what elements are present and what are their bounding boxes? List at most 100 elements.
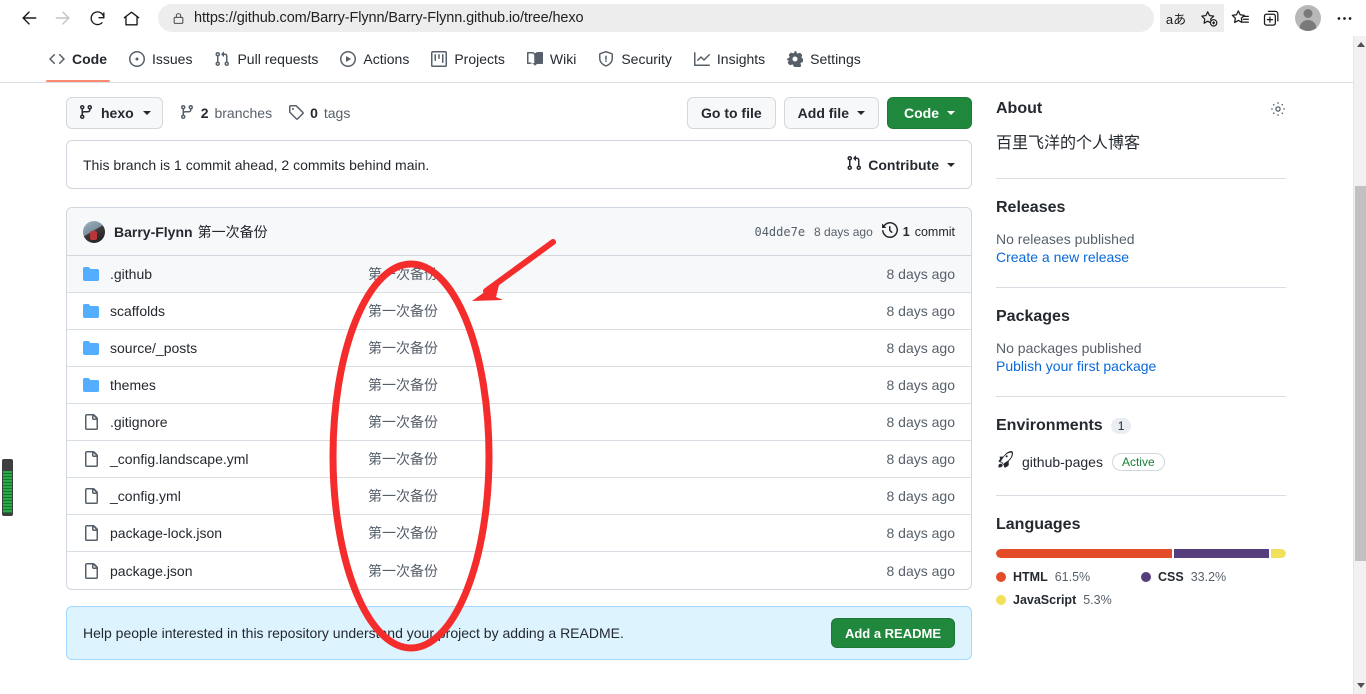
git-pull-request-icon: [846, 155, 862, 174]
file-name-link[interactable]: _config.landscape.yml: [110, 451, 368, 467]
address-bar[interactable]: https://github.com/Barry-Flynn/Barry-Fly…: [158, 4, 1154, 32]
language-legend-item[interactable]: CSS 33.2%: [1141, 570, 1286, 584]
scrollbar-thumb[interactable]: [1355, 186, 1366, 561]
reload-icon[interactable]: [80, 3, 114, 33]
divider: [996, 396, 1286, 397]
translate-icon[interactable]: aあ: [1160, 4, 1192, 32]
tab-security[interactable]: Security: [587, 36, 683, 82]
environment-item[interactable]: github-pages Active: [996, 451, 1286, 473]
table-row[interactable]: .gitignore 第一次备份 8 days ago: [67, 404, 971, 441]
file-commit-message[interactable]: 第一次备份: [368, 523, 859, 543]
code-button[interactable]: Code: [887, 97, 972, 129]
table-row[interactable]: package-lock.json 第一次备份 8 days ago: [67, 515, 971, 552]
file-commit-message[interactable]: 第一次备份: [368, 449, 859, 469]
branches-count-link[interactable]: 2 branches: [179, 104, 272, 123]
add-file-button[interactable]: Add file: [783, 97, 879, 129]
lock-icon: [168, 11, 188, 26]
table-row[interactable]: themes 第一次备份 8 days ago: [67, 367, 971, 404]
readme-suggestion-banner: Help people interested in this repositor…: [66, 606, 972, 660]
language-bar-segment: [1270, 549, 1286, 558]
collections-icon[interactable]: [1256, 3, 1288, 33]
table-row[interactable]: source/_posts 第一次备份 8 days ago: [67, 330, 971, 367]
back-arrow-icon[interactable]: [12, 3, 46, 33]
divider: [996, 178, 1286, 179]
file-name-link[interactable]: .github: [110, 266, 368, 282]
file-name-link[interactable]: _config.yml: [110, 488, 368, 504]
contribute-button[interactable]: Contribute: [846, 155, 955, 174]
table-row[interactable]: _config.yml 第一次备份 8 days ago: [67, 478, 971, 515]
add-readme-button[interactable]: Add a README: [830, 618, 955, 648]
home-icon[interactable]: [114, 3, 148, 33]
file-commit-message[interactable]: 第一次备份: [368, 486, 859, 506]
tab-actions[interactable]: Actions: [329, 36, 420, 82]
file-name-link[interactable]: source/_posts: [110, 340, 368, 356]
add-readme-label: Add a README: [844, 625, 941, 641]
file-icon: [83, 525, 99, 541]
packages-title: Packages: [996, 308, 1070, 325]
tab-pull-requests[interactable]: Pull requests: [203, 36, 329, 82]
publish-package-link[interactable]: Publish your first package: [996, 358, 1286, 374]
environments-count-badge: 1: [1110, 418, 1132, 434]
file-name-link[interactable]: scaffolds: [110, 303, 368, 319]
tab-wiki[interactable]: Wiki: [516, 36, 587, 82]
releases-title: Releases: [996, 199, 1066, 216]
scroll-up-arrow-icon[interactable]: [1357, 42, 1365, 47]
file-name-link[interactable]: .gitignore: [110, 414, 368, 430]
repo-main-column: hexo 2 branches 0 tags Go to file Add fi…: [66, 84, 972, 660]
git-branch-icon: [78, 104, 94, 123]
packages-section: Packages No packages published Publish y…: [996, 306, 1286, 374]
table-row[interactable]: _config.landscape.yml 第一次备份 8 days ago: [67, 441, 971, 478]
branch-selector-button[interactable]: hexo: [66, 97, 163, 129]
packages-empty-text: No packages published: [996, 340, 1142, 356]
chevron-down-icon: [947, 111, 955, 115]
create-release-link[interactable]: Create a new release: [996, 249, 1286, 265]
commit-author[interactable]: Barry-Flynn: [114, 224, 193, 240]
gear-icon[interactable]: [1270, 101, 1286, 117]
releases-empty-text: No releases published: [996, 231, 1135, 247]
favorites-icon[interactable]: [1224, 3, 1256, 33]
profile-avatar[interactable]: [1295, 5, 1321, 31]
tags-count-link[interactable]: 0 tags: [288, 104, 350, 123]
play-icon: [340, 51, 357, 67]
tab-insights[interactable]: Insights: [683, 36, 776, 82]
file-commit-message[interactable]: 第一次备份: [368, 301, 859, 321]
scroll-down-arrow-icon[interactable]: [1357, 683, 1365, 688]
commit-sha[interactable]: 04dde7e: [754, 225, 805, 239]
file-name-link[interactable]: themes: [110, 377, 368, 393]
file-commit-time: 8 days ago: [886, 451, 956, 467]
commit-count-link[interactable]: 1 commit: [881, 221, 955, 241]
table-row[interactable]: package.json 第一次备份 8 days ago: [67, 552, 971, 589]
file-commit-message[interactable]: 第一次备份: [368, 375, 859, 395]
file-commit-message[interactable]: 第一次备份: [368, 412, 859, 432]
file-commit-message[interactable]: 第一次备份: [368, 561, 859, 581]
folder-icon: [83, 377, 99, 393]
settings-more-icon[interactable]: [1328, 3, 1360, 33]
language-legend-item[interactable]: HTML 61.5%: [996, 570, 1141, 584]
tab-settings[interactable]: Settings: [776, 36, 872, 82]
file-commit-time: 8 days ago: [886, 562, 956, 579]
chevron-down-icon: [857, 111, 865, 115]
tab-actions-label: Actions: [363, 51, 410, 67]
add-favorite-icon[interactable]: [1192, 4, 1224, 32]
address-bar-text: https://github.com/Barry-Flynn/Barry-Fly…: [194, 10, 584, 26]
tab-code[interactable]: Code: [38, 36, 118, 82]
file-name-link[interactable]: package.json: [110, 563, 368, 579]
page-scrollbar[interactable]: [1353, 36, 1366, 694]
file-commit-time: 8 days ago: [886, 303, 956, 319]
go-to-file-button[interactable]: Go to file: [686, 97, 776, 129]
language-legend-item[interactable]: JavaScript 5.3%: [996, 593, 1141, 607]
latest-commit-header: Barry-Flynn 第一次备份 04dde7e 8 days ago 1 c…: [67, 208, 971, 256]
language-bar-segment: [996, 549, 1172, 558]
tab-insights-label: Insights: [716, 51, 766, 67]
file-commit-message[interactable]: 第一次备份: [368, 338, 859, 358]
table-row[interactable]: .github 第一次备份 8 days ago: [67, 256, 971, 293]
file-commit-message[interactable]: 第一次备份: [368, 264, 859, 284]
about-section: About 百里飞洋的个人博客: [996, 98, 1286, 156]
tab-security-label: Security: [621, 51, 672, 67]
tab-issues[interactable]: Issues: [118, 36, 203, 82]
file-name-link[interactable]: package-lock.json: [110, 525, 368, 541]
add-file-label: Add file: [797, 105, 849, 121]
table-row[interactable]: scaffolds 第一次备份 8 days ago: [67, 293, 971, 330]
commit-message[interactable]: 第一次备份: [198, 222, 268, 242]
tab-projects[interactable]: Projects: [420, 36, 516, 82]
